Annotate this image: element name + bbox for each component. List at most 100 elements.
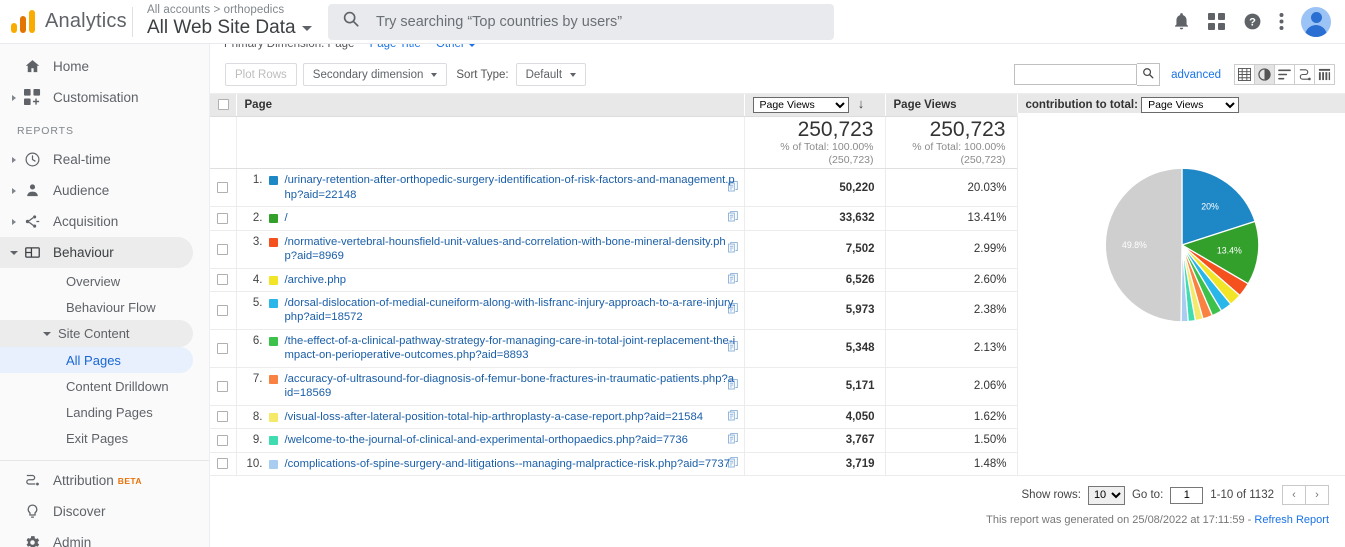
bell-icon[interactable] — [1172, 12, 1191, 31]
contribution-pie-chart[interactable]: 20%13.4%49.8% — [1102, 165, 1262, 325]
row-checkbox[interactable] — [217, 213, 228, 224]
open-page-icon[interactable] — [728, 242, 738, 256]
chevron-right-icon[interactable] — [8, 157, 19, 163]
open-page-icon[interactable] — [728, 457, 738, 471]
sidebar-item-audience[interactable]: Audience — [0, 175, 209, 206]
sidebar-item-exit-pages[interactable]: Exit Pages — [0, 425, 209, 451]
global-search-box[interactable] — [328, 4, 834, 40]
row-page-link[interactable]: /normative-vertebral-hounsfield-unit-val… — [285, 235, 737, 264]
plot-rows-button[interactable]: Plot Rows — [225, 63, 297, 86]
row-contribution-pct: 1.50% — [885, 429, 1017, 452]
sidebar-item-overview[interactable]: Overview — [0, 268, 209, 294]
open-page-icon[interactable] — [728, 303, 738, 317]
open-page-icon[interactable] — [728, 273, 738, 287]
open-page-icon[interactable] — [728, 410, 738, 424]
row-checkbox[interactable] — [217, 343, 228, 354]
global-search-input[interactable] — [374, 13, 820, 31]
sort-type-button[interactable]: Default — [516, 63, 586, 86]
pie-view-icon[interactable] — [1254, 64, 1275, 85]
sidebar-item-all-pages[interactable]: All Pages — [0, 347, 193, 373]
open-page-icon[interactable] — [728, 211, 738, 225]
comparison-view-icon[interactable] — [1294, 64, 1315, 85]
row-checkbox[interactable] — [217, 411, 228, 422]
more-vert-icon[interactable] — [1279, 12, 1284, 31]
secondary-dimension-button[interactable]: Secondary dimension — [303, 63, 448, 86]
row-page-link[interactable]: /accuracy-of-ultrasound-for-diagnosis-of… — [285, 372, 737, 401]
chevron-down-icon[interactable] — [469, 44, 475, 47]
help-icon[interactable]: ? — [1243, 12, 1262, 31]
sidebar-item-content-drilldown[interactable]: Content Drilldown — [0, 373, 209, 399]
row-checkbox[interactable] — [217, 435, 228, 446]
plot-rows-label: Plot Rows — [235, 69, 287, 81]
goto-page-input[interactable] — [1170, 487, 1203, 504]
chevron-right-icon[interactable] — [8, 219, 19, 225]
account-selector[interactable]: All accounts > orthopedics All Web Site … — [147, 4, 322, 40]
row-page-link[interactable]: /dorsal-dislocation-of-medial-cuneiform-… — [285, 296, 737, 325]
prev-page-button[interactable]: ‹ — [1282, 485, 1306, 505]
row-color-swatch — [269, 436, 278, 445]
row-page-link[interactable]: /the-effect-of-a-clinical-pathway-strate… — [285, 334, 737, 363]
row-page-link[interactable]: /urinary-retention-after-orthopedic-surg… — [285, 173, 737, 202]
column-header-page[interactable]: Page — [236, 94, 744, 116]
secondary-dimension-label: Secondary dimension — [313, 69, 424, 81]
table-search-input[interactable] — [1014, 64, 1137, 85]
row-page-link[interactable]: /complications-of-spine-surgery-and-liti… — [285, 457, 731, 471]
sidebar-item-customisation[interactable]: Customisation — [0, 82, 209, 113]
open-page-icon[interactable] — [728, 379, 738, 393]
performance-view-icon[interactable] — [1274, 64, 1295, 85]
property-row[interactable]: All Web Site Data — [147, 18, 322, 39]
chevron-down-icon[interactable] — [8, 251, 19, 255]
row-checkbox[interactable] — [217, 274, 228, 285]
row-checkbox[interactable] — [217, 305, 228, 316]
open-page-icon[interactable] — [728, 433, 738, 447]
sidebar-item-site-content[interactable]: Site Content — [0, 320, 193, 347]
row-checkbox[interactable] — [217, 244, 228, 255]
row-page-link[interactable]: /welcome-to-the-journal-of-clinical-and-… — [285, 433, 688, 447]
metric-select[interactable]: Page Views — [753, 97, 849, 113]
avatar[interactable] — [1301, 7, 1331, 37]
row-page-cell: 10./complications-of-spine-surgery-and-l… — [236, 452, 744, 475]
row-checkbox-cell — [210, 230, 236, 268]
row-page-link[interactable]: /visual-loss-after-lateral-position-tota… — [285, 410, 704, 424]
row-checkbox[interactable] — [217, 182, 228, 193]
chevron-down-icon — [431, 73, 437, 77]
advanced-link[interactable]: advanced — [1171, 69, 1221, 81]
next-page-button[interactable]: › — [1305, 485, 1329, 505]
table-view-icon[interactable] — [1234, 64, 1255, 85]
chevron-down-icon[interactable] — [43, 332, 51, 336]
select-all-checkbox[interactable] — [218, 99, 229, 110]
table-search-button[interactable] — [1137, 63, 1160, 86]
row-checkbox[interactable] — [217, 381, 228, 392]
apps-grid-icon[interactable] — [1208, 13, 1226, 31]
sidebar-item-label: Discover — [53, 504, 106, 519]
open-page-icon[interactable] — [728, 181, 738, 195]
sidebar-item-landing-pages[interactable]: Landing Pages — [0, 399, 209, 425]
contribution-metric-select[interactable]: Page Views — [1141, 97, 1239, 113]
row-color-swatch — [269, 276, 278, 285]
sidebar-item-attribution[interactable]: Attribution BETA — [0, 465, 209, 496]
column-header-page-views[interactable]: Page Views — [885, 94, 1017, 116]
row-color-swatch — [269, 375, 278, 384]
show-rows-select[interactable]: 10 — [1088, 486, 1125, 505]
sidebar-item-home[interactable]: Home — [0, 51, 209, 82]
pivot-view-icon[interactable] — [1314, 64, 1335, 85]
primary-dimension-page-title[interactable]: Page Title — [370, 44, 421, 50]
sidebar-item-behaviour[interactable]: Behaviour — [0, 237, 193, 268]
chevron-right-icon[interactable] — [8, 188, 19, 194]
sidebar-item-admin[interactable]: Admin — [0, 527, 209, 547]
row-page-link[interactable]: /archive.php — [285, 273, 347, 287]
open-page-icon[interactable] — [728, 341, 738, 355]
row-page-link[interactable]: / — [285, 211, 288, 225]
sidebar-item-behaviour-flow[interactable]: Behaviour Flow — [0, 294, 209, 320]
primary-dimension-other[interactable]: Other — [436, 44, 465, 50]
sidebar-item-acquisition[interactable]: Acquisition — [0, 206, 209, 237]
row-checkbox[interactable] — [217, 458, 228, 469]
refresh-report-link[interactable]: Refresh Report — [1254, 514, 1329, 526]
sort-descending-icon[interactable]: ↓ — [858, 96, 865, 111]
row-rank: 5. — [237, 296, 269, 309]
chevron-down-icon[interactable] — [302, 26, 312, 31]
chevron-right-icon[interactable] — [8, 95, 19, 101]
row-color-swatch — [269, 238, 278, 247]
sidebar-item-real-time[interactable]: Real-time — [0, 144, 209, 175]
sidebar-item-discover[interactable]: Discover — [0, 496, 209, 527]
